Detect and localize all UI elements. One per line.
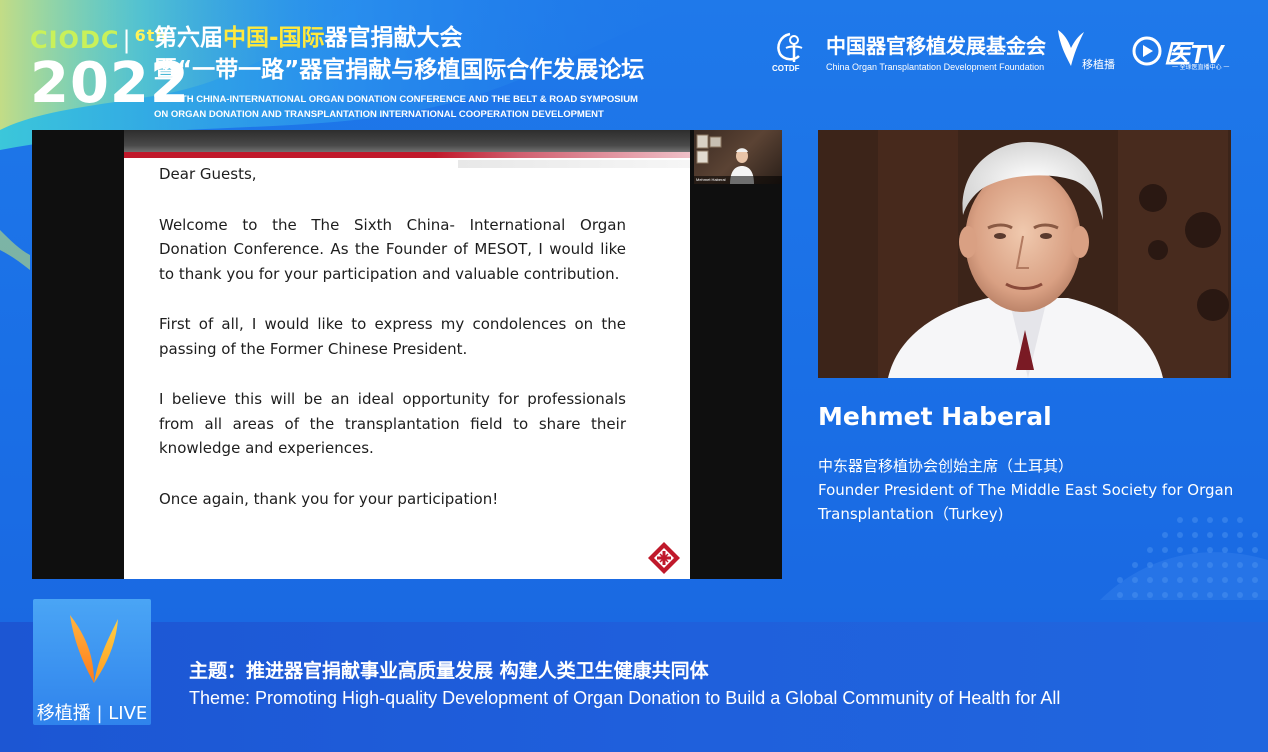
video-panel: Dear Guests, Welcome to the The Sixth Ch… — [32, 130, 782, 579]
speaker-title-en: Founder President of The Middle East Soc… — [818, 481, 1234, 523]
yitv-play-icon — [1132, 36, 1162, 66]
theme-bar — [0, 622, 1268, 752]
letter-paragraph-4: Once again, thank you for your participa… — [159, 489, 499, 508]
yizhibo-logo: 移植播 — [1054, 26, 1124, 76]
pip-name-label: Mehmet Haberal — [694, 176, 782, 184]
presentation-slide: Dear Guests, Welcome to the The Sixth Ch… — [124, 130, 690, 579]
mesot-logo-icon — [648, 542, 680, 574]
pip-wall-frames — [696, 134, 722, 164]
yitv-logo: 医TV 一 全球医直播中心 一 — [1132, 32, 1242, 72]
conference-title: 第六届中国-国际器官捐献大会 暨“一带一路”器官捐献与移植国际合作发展论坛 TH… — [154, 22, 714, 122]
conference-brand: CIODC | 6th 2022 — [30, 22, 189, 122]
theme-en: Theme: Promoting High-quality Developmen… — [189, 688, 1061, 708]
letter-greeting: Dear Guests, — [159, 165, 257, 183]
brand-code: CIODC | 6th — [30, 26, 168, 54]
speaker-photo — [818, 130, 1231, 378]
letter-paragraph-2: First of all, I would like to express my… — [159, 315, 626, 358]
picture-in-picture-video[interactable]: Mehmet Haberal — [694, 130, 782, 184]
theme-cn: 主题：推进器官捐献事业高质量发展 构建人类卫生健康共同体 — [189, 660, 709, 682]
cotdf-logo: COTDF 中国器官移植发展基金会 China Organ Transplant… — [772, 28, 1046, 78]
yizhibo-label: 移植播 — [1082, 59, 1115, 71]
cotdf-code: COTDF — [772, 64, 800, 73]
live-badge: 移植播 | LIVE — [33, 599, 151, 725]
cotdf-name-en: China Organ Transplantation Development … — [826, 62, 1045, 72]
letter-paragraph-3: I believe this will be an ideal opportun… — [159, 390, 626, 457]
speaker-title-cn: 中东器官移植协会创始主席（土耳其） — [818, 457, 1074, 475]
yitv-subtitle: 一 全球医直播中心 一 — [1172, 65, 1230, 71]
title-en: THE 6TH CHINA-INTERNATIONAL ORGAN DONATI… — [154, 94, 638, 120]
live-leaf-icon — [70, 615, 118, 683]
slide-letter: Dear Guests, Welcome to the The Sixth Ch… — [159, 162, 626, 524]
speaker-name: Mehmet Haberal — [818, 402, 1052, 431]
speaker-portrait — [818, 130, 1231, 378]
slide-accent-stripe — [124, 152, 690, 158]
title-cn-line-1: 第六届中国-国际器官捐献大会 — [154, 25, 463, 51]
cotdf-name-cn: 中国器官移植发展基金会 — [826, 34, 1046, 58]
live-label: 移植播 | LIVE — [36, 703, 148, 724]
title-cn-line-2: 暨“一带一路”器官捐献与移植国际合作发展论坛 — [154, 57, 645, 83]
conference-header: CIODC | 6th 2022 第六届中国-国际器官捐献大会 暨“一带一路”器官捐… — [0, 0, 1268, 128]
letter-paragraph-1: Welcome to the The Sixth China- Internat… — [159, 215, 626, 283]
